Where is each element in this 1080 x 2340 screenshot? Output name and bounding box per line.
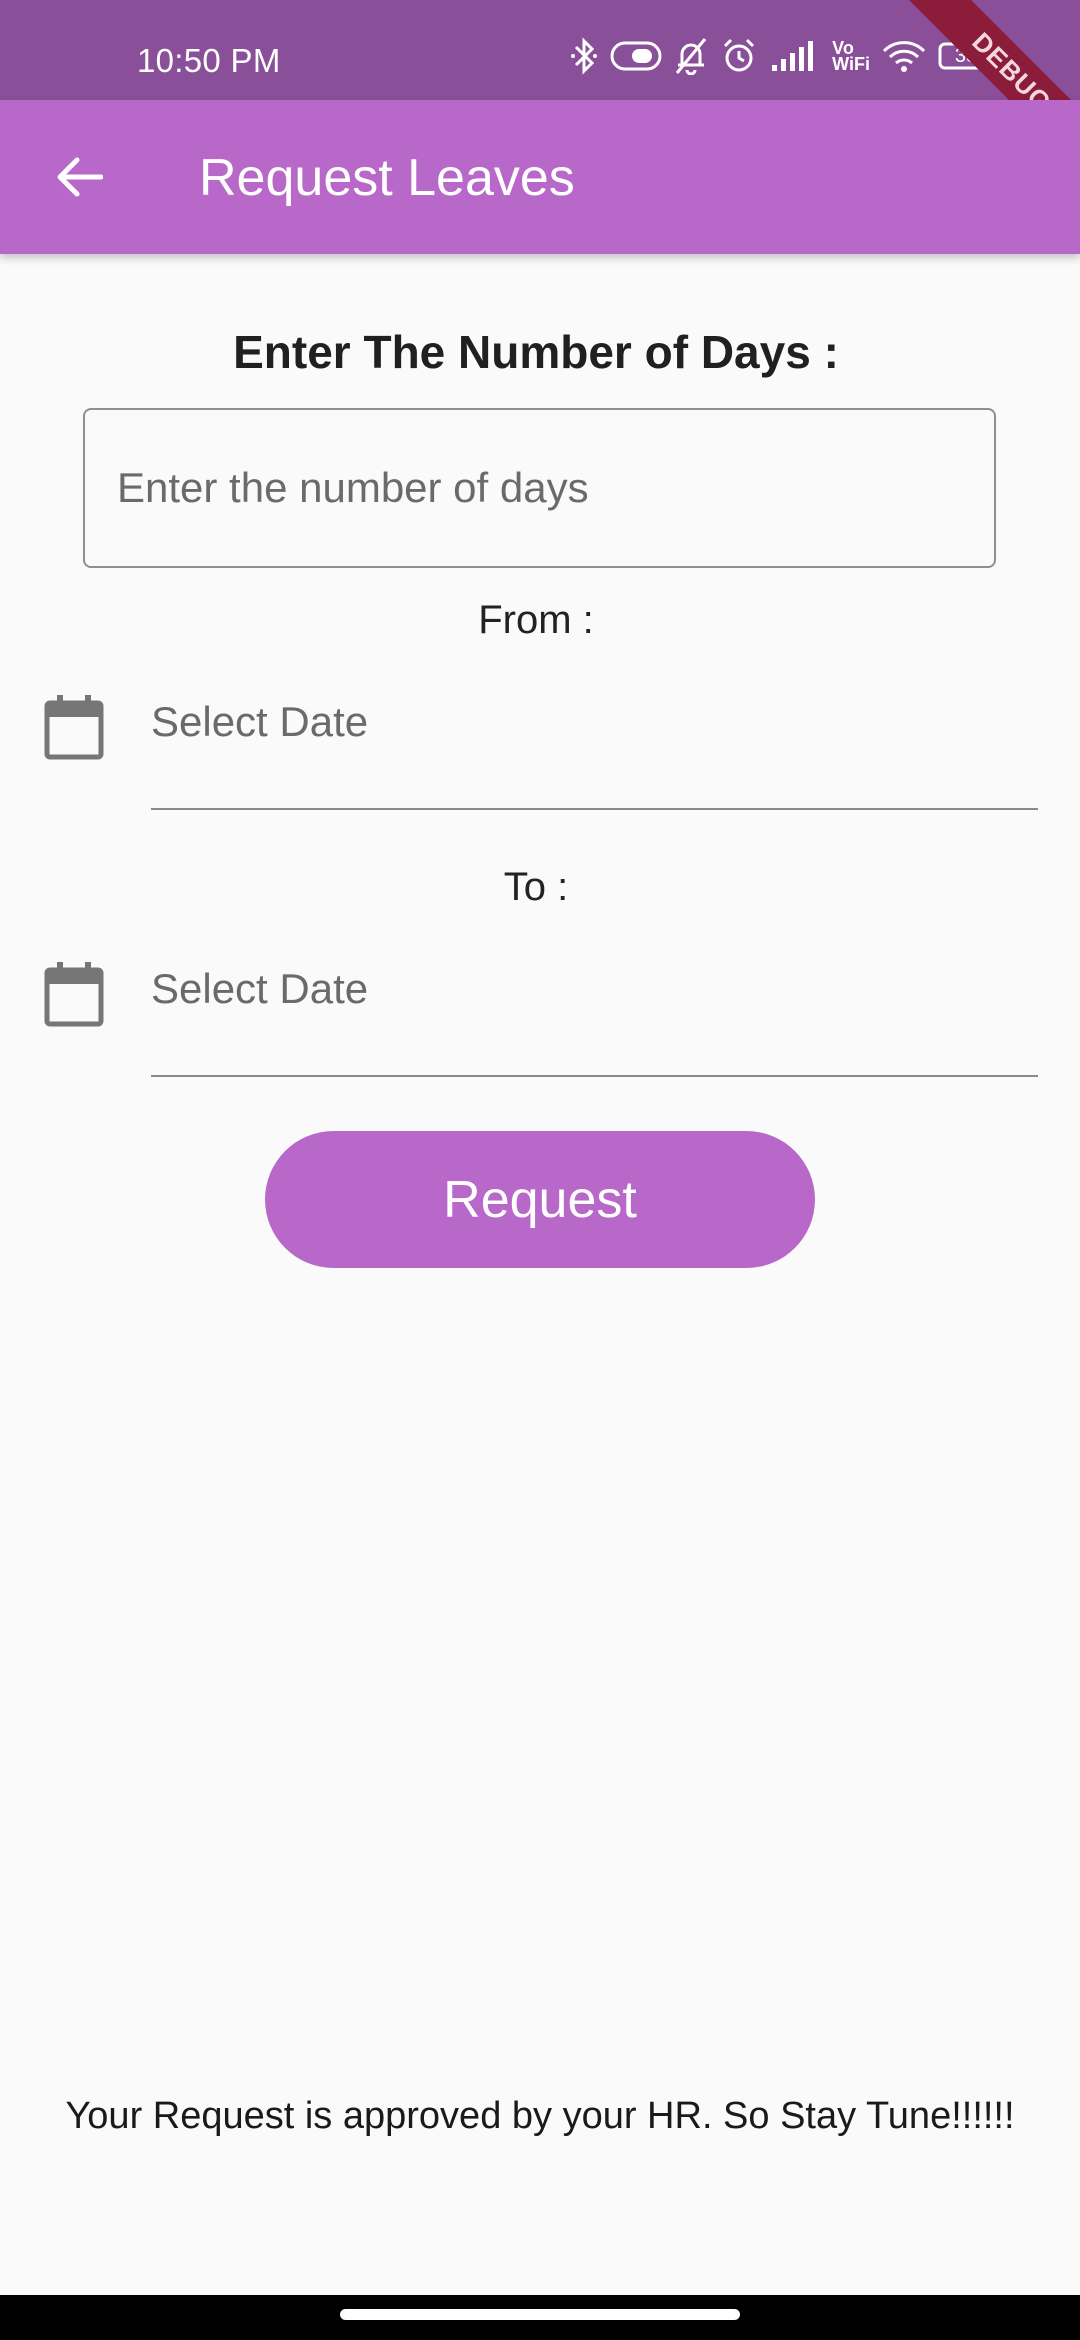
to-date-input[interactable] — [151, 947, 1038, 1077]
signal-icon — [770, 39, 820, 73]
from-label: From : — [478, 598, 594, 642]
wifi-icon — [882, 39, 926, 73]
from-date-row — [0, 680, 1080, 810]
calendar-icon[interactable] — [44, 961, 104, 1027]
status-bar: 10:50 PM Vo WiFi 33 DEBUG — [0, 0, 1080, 180]
toggle-icon — [610, 40, 662, 72]
approval-message: Your Request is approved by your HR. So … — [65, 2095, 1015, 2137]
to-date-row — [0, 947, 1080, 1077]
request-button[interactable]: Request — [265, 1131, 815, 1268]
days-label: Enter The Number of Days : — [233, 326, 839, 378]
from-date-input[interactable] — [151, 680, 1038, 810]
bell-off-icon — [674, 37, 708, 75]
alarm-icon — [720, 37, 758, 75]
page-title: Request Leaves — [199, 149, 575, 207]
home-handle[interactable] — [340, 2309, 740, 2320]
status-icons: Vo WiFi 33 — [570, 36, 1000, 76]
days-input[interactable] — [83, 408, 996, 568]
vowifi-icon: Vo WiFi — [832, 38, 870, 74]
status-time: 10:50 PM — [137, 42, 281, 79]
app-bar: Request Leaves — [0, 100, 1080, 254]
calendar-icon[interactable] — [44, 694, 104, 760]
to-label: To : — [503, 865, 569, 909]
navigation-bar — [0, 2295, 1080, 2340]
bluetooth-icon — [570, 37, 598, 75]
arrow-left-icon[interactable] — [50, 147, 110, 207]
